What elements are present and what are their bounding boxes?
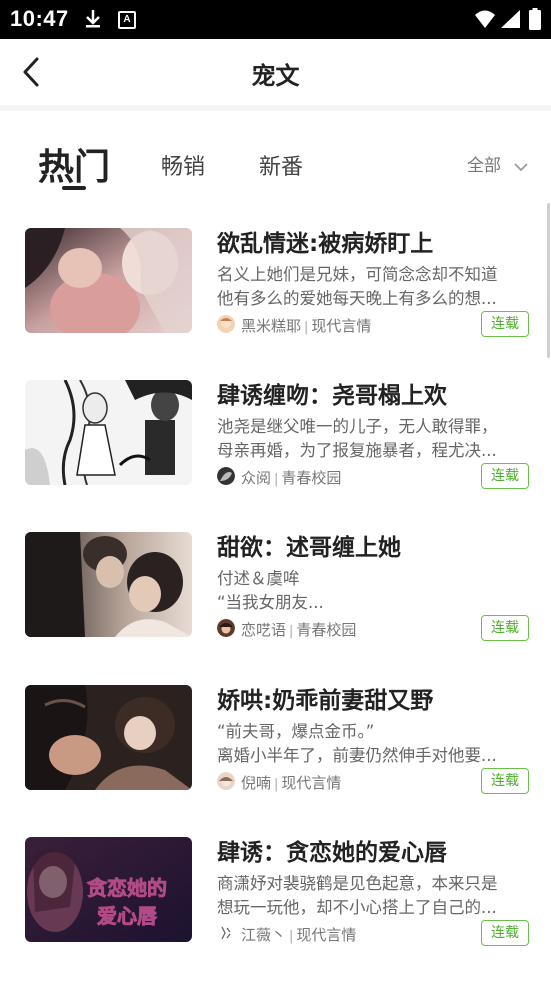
description-line: 离婚小半年了，前妻仍然伸手对他要... [217, 746, 497, 765]
book-description: 付述＆虞哞 “当我女朋友... [217, 567, 531, 615]
book-title[interactable]: 甜欲：述哥缠上她 [217, 528, 537, 562]
download-icon [84, 9, 102, 33]
book-category: 现代言情 [311, 317, 372, 335]
filter-dropdown[interactable]: 全部 [467, 151, 501, 176]
description-line: 他有多么的爱她每天晚上有多么的想... [217, 289, 497, 308]
book-category: 青春校园 [296, 621, 357, 639]
active-tab-indicator [62, 186, 86, 190]
book-title[interactable]: 娇哄:奶乖前妻甜又野 [217, 681, 537, 715]
battery-icon [529, 8, 541, 34]
book-item[interactable]: 欲乱情迷:被病娇盯上 名义上她们是兄妹，可简念念却不知道 他有多么的爱她每天晚上… [0, 228, 551, 368]
book-item[interactable]: 贪恋她的 爱心唇 肆诱：贪恋她的爱心唇 商潇妤对裴骁鹤是见色起意，本来只是 想玩… [0, 837, 551, 977]
book-description: “前夫哥，爆点金币。” 离婚小半年了，前妻仍然伸手对他要... [217, 720, 531, 768]
book-title[interactable]: 肆诱缠吻：尧哥榻上欢 [217, 376, 537, 410]
author-name: 恋呓语 [241, 621, 287, 639]
book-cover[interactable] [25, 685, 192, 790]
author-avatar [217, 315, 235, 333]
book-description: 池尧是继父唯一的儿子，无人敢得罪， 母亲再婚，为了报复施暴者，程尤决... [217, 415, 531, 463]
description-line: 母亲再婚，为了报复施暴者，程尤决... [217, 441, 497, 460]
meta-separator: | [274, 472, 279, 487]
author-avatar [217, 924, 235, 942]
meta-separator: | [289, 929, 294, 944]
description-line: “前夫哥，爆点金币。” [217, 722, 375, 741]
author-name: 江薇丶 [241, 926, 287, 944]
author-avatar [217, 619, 235, 637]
tab-bestseller[interactable]: 畅销 [161, 149, 205, 181]
author-avatar [217, 467, 235, 485]
cover-title-art: 爱心唇 [97, 904, 158, 928]
book-cover[interactable]: 贪恋她的 爱心唇 [25, 837, 192, 942]
book-meta: 江薇丶 | 现代言情 [241, 924, 356, 945]
description-line: 池尧是继父唯一的儿子，无人敢得罪， [217, 417, 498, 436]
book-title[interactable]: 欲乱情迷:被病娇盯上 [217, 224, 537, 258]
tab-hot[interactable]: 热门 [38, 138, 110, 190]
book-category: 青春校园 [281, 469, 342, 487]
status-badge: 连载 [481, 615, 529, 641]
status-badge: 连载 [481, 920, 529, 946]
description-line: 名义上她们是兄妹，可简念念却不知道 [217, 265, 498, 284]
book-item[interactable]: 娇哄:奶乖前妻甜又野 “前夫哥，爆点金币。” 离婚小半年了，前妻仍然伸手对他要.… [0, 685, 551, 825]
description-line: 付述＆虞哞 [217, 569, 300, 588]
book-meta: 倪喃 | 现代言情 [241, 772, 341, 793]
book-cover[interactable] [25, 532, 192, 637]
book-description: 名义上她们是兄妹，可简念念却不知道 他有多么的爱她每天晚上有多么的想... [217, 263, 531, 311]
book-title[interactable]: 肆诱：贪恋她的爱心唇 [217, 833, 537, 867]
signal-icon [499, 9, 521, 33]
app-header: 宠文 [0, 39, 551, 105]
book-description: 商潇妤对裴骁鹤是见色起意，本来只是 想玩一玩他，却不小心搭上了自己的... [217, 872, 531, 920]
meta-separator: | [274, 777, 279, 792]
book-meta: 黑米糕耶 | 现代言情 [241, 315, 371, 336]
a-notification-icon: A [118, 11, 136, 29]
meta-separator: | [289, 624, 294, 639]
status-badge: 连载 [481, 768, 529, 794]
wifi-icon [474, 9, 496, 33]
meta-separator: | [304, 320, 309, 335]
book-cover[interactable] [25, 228, 192, 333]
page-title: 宠文 [251, 62, 300, 90]
cover-title-art: 贪恋她的 [87, 876, 167, 900]
description-line: 想玩一玩他，却不小心搭上了自己的... [217, 898, 497, 917]
author-name: 众阅 [241, 469, 272, 487]
header-divider [0, 105, 551, 111]
tab-new[interactable]: 新番 [259, 149, 303, 181]
status-badge: 连载 [481, 463, 529, 489]
status-badge: 连载 [481, 311, 529, 337]
author-name: 黑米糕耶 [241, 317, 302, 335]
book-item[interactable]: 甜欲：述哥缠上她 付述＆虞哞 “当我女朋友... 恋呓语 | 青春校园 连载 [0, 532, 551, 672]
author-avatar [217, 772, 235, 790]
book-category: 现代言情 [296, 926, 357, 944]
chevron-down-icon[interactable] [514, 157, 528, 176]
book-item[interactable]: 肆诱缠吻：尧哥榻上欢 池尧是继父唯一的儿子，无人敢得罪， 母亲再婚，为了报复施暴… [0, 380, 551, 520]
status-time: 10:47 [10, 6, 69, 31]
book-meta: 恋呓语 | 青春校园 [241, 619, 356, 640]
description-line: “当我女朋友... [217, 593, 324, 612]
book-meta: 众阅 | 青春校园 [241, 467, 341, 488]
description-line: 商潇妤对裴骁鹤是见色起意，本来只是 [217, 874, 498, 893]
book-cover[interactable] [25, 380, 192, 485]
status-bar: 10:47 A [0, 0, 551, 39]
category-tabs: 热门 畅销 新番 全部 [0, 130, 551, 200]
book-category: 现代言情 [281, 774, 342, 792]
author-name: 倪喃 [241, 774, 272, 792]
